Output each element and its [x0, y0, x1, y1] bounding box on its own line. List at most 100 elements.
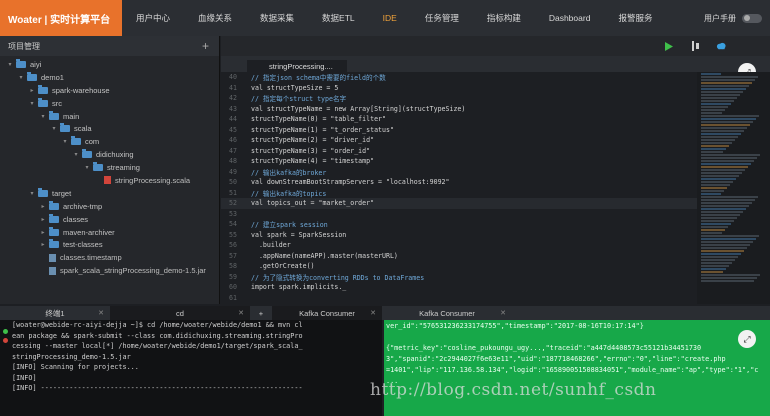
- code-line: 57 .appName(nameAPP).master(masterURL): [221, 251, 697, 262]
- minimap-line: [701, 178, 736, 180]
- minimap-line: [701, 253, 741, 255]
- console-line: [woater@webide-rc-aiyi-dejja ~]$ cd /hom…: [12, 321, 303, 330]
- code-text: val topics_out = "market_order": [251, 199, 375, 208]
- nav-item[interactable]: 数据ETL: [308, 0, 369, 36]
- tree-folder[interactable]: ▾ demo1: [0, 71, 219, 84]
- code-line: 61: [221, 293, 697, 304]
- code-text: .builder: [251, 241, 291, 250]
- caret-right-icon[interactable]: ▸: [39, 229, 47, 236]
- user-manual-link[interactable]: 用户手册: [704, 13, 736, 24]
- terminal-output[interactable]: [woater@webide-rc-aiyi-dejja ~]$ cd /hom…: [0, 320, 382, 416]
- kafka-message-line: 3","spanid":"2c2944027f6e63e11","uid":"1…: [386, 354, 726, 363]
- minimap-line: [701, 208, 746, 210]
- plus-icon[interactable]: +: [202, 39, 209, 53]
- minimap-line: [701, 169, 745, 171]
- expand-icon[interactable]: ⤢: [738, 330, 756, 348]
- tree-item-label: target: [52, 188, 72, 198]
- tree-folder[interactable]: ▾ main: [0, 110, 219, 123]
- caret-down-icon[interactable]: ▾: [28, 100, 36, 107]
- nav-item[interactable]: 指标构建: [473, 0, 535, 36]
- caret-down-icon[interactable]: ▾: [50, 125, 58, 132]
- tree-folder[interactable]: ▸ test-classes: [0, 238, 219, 251]
- code-line: 54 // 建立spark session: [221, 219, 697, 230]
- tab-cd[interactable]: cd ✕: [110, 306, 250, 320]
- line-number: 46: [229, 136, 237, 145]
- split-icon[interactable]: [690, 41, 700, 51]
- close-icon[interactable]: ✕: [500, 309, 506, 317]
- tree-folder[interactable]: ▸ archive-tmp: [0, 200, 219, 213]
- tree-folder[interactable]: ▾ src: [0, 97, 219, 110]
- kafka-consumer-output[interactable]: ver_id":"576531236233174755","timestamp"…: [384, 320, 770, 416]
- tree-file[interactable]: spark_scala_stringProcessing_demo-1.5.ja…: [0, 264, 219, 277]
- close-icon[interactable]: ✕: [98, 309, 104, 317]
- minimap-line: [701, 163, 751, 165]
- code-line: 42 // 指定每个struct type名字: [221, 93, 697, 104]
- minimap-line: [701, 247, 747, 249]
- console-line: cessing --master local[*] /home/woater/w…: [12, 342, 303, 351]
- line-number: 53: [229, 209, 237, 218]
- plus-icon: +: [258, 308, 264, 318]
- minimap-line: [701, 265, 729, 267]
- tree-folder[interactable]: ▾ com: [0, 135, 219, 148]
- code-editor[interactable]: 40 // 指定json schema中需要的field的个数 41 val stru…: [221, 72, 697, 304]
- minimap-line: [701, 157, 757, 159]
- tree-folder[interactable]: ▾ aiyi: [0, 58, 219, 71]
- close-icon[interactable]: ✕: [370, 309, 376, 317]
- nav-item[interactable]: 数据采集: [246, 0, 308, 36]
- caret-down-icon[interactable]: ▾: [39, 113, 47, 120]
- play-icon[interactable]: [664, 41, 674, 51]
- caret-right-icon[interactable]: ▸: [39, 203, 47, 210]
- tree-folder[interactable]: ▾ streaming: [0, 161, 219, 174]
- tree-folder[interactable]: ▸ maven-archiver: [0, 226, 219, 239]
- caret-right-icon[interactable]: ▸: [39, 241, 47, 248]
- tree-item-label: archive-tmp: [63, 201, 103, 211]
- caret-down-icon[interactable]: ▾: [72, 151, 80, 158]
- caret-down-icon[interactable]: ▾: [17, 74, 25, 81]
- minimap-line: [701, 121, 753, 123]
- tab-kafka-consumer-1[interactable]: Kafka Consumer ✕: [272, 306, 382, 320]
- line-number: 41: [229, 83, 237, 92]
- minimap-line: [701, 238, 756, 240]
- tree-folder[interactable]: ▸ spark-warehouse: [0, 84, 219, 97]
- close-icon[interactable]: ✕: [238, 309, 244, 317]
- tab-terminal-1[interactable]: 终端1 ✕: [0, 306, 110, 320]
- tree-folder[interactable]: ▾ scala: [0, 122, 219, 135]
- cloud-icon[interactable]: [716, 41, 726, 51]
- tab-kafka-consumer-2[interactable]: Kafka Consumer ✕: [382, 306, 512, 320]
- minimap-line: [701, 115, 759, 117]
- folder-icon: [38, 187, 48, 197]
- code-text: // 指定json schema中需要的field的个数: [251, 74, 386, 83]
- brand-logo[interactable]: Woater | 实时计算平台: [0, 0, 122, 36]
- tab-stringprocessing[interactable]: stringProcessing....: [247, 58, 347, 72]
- tree-folder[interactable]: ▾ didichuxing: [0, 148, 219, 161]
- nav-item[interactable]: 任务管理: [411, 0, 473, 36]
- theme-toggle[interactable]: [742, 13, 762, 23]
- nav-item[interactable]: IDE: [369, 0, 411, 36]
- nav-item[interactable]: 血缘关系: [184, 0, 246, 36]
- minimap-line: [701, 235, 759, 237]
- tree-folder[interactable]: ▸ classes: [0, 213, 219, 226]
- nav-item[interactable]: Dashboard: [535, 0, 605, 36]
- minimap-line: [701, 229, 725, 231]
- file-icon: [49, 266, 56, 275]
- tree-item-label: stringProcessing.scala: [115, 175, 191, 185]
- caret-down-icon[interactable]: ▾: [83, 164, 91, 171]
- caret-right-icon[interactable]: ▸: [28, 87, 36, 94]
- tree-item-label: scala: [74, 124, 92, 134]
- nav-item[interactable]: 用户中心: [122, 0, 184, 36]
- code-text: structTypeName(0) = "table_filter": [251, 115, 386, 124]
- caret-down-icon[interactable]: ▾: [61, 138, 69, 145]
- minimap-line: [701, 154, 760, 156]
- code-minimap[interactable]: [697, 72, 770, 304]
- nav-item[interactable]: 报警服务: [604, 0, 666, 36]
- caret-down-icon[interactable]: ▾: [6, 61, 14, 68]
- add-terminal-button[interactable]: +: [250, 306, 272, 320]
- caret-down-icon[interactable]: ▾: [28, 190, 36, 197]
- code-line: 60 import spark.implicits._: [221, 282, 697, 293]
- tree-folder[interactable]: ▾ target: [0, 187, 219, 200]
- tree-file[interactable]: classes.timestamp: [0, 251, 219, 264]
- tree-file[interactable]: stringProcessing.scala: [0, 174, 219, 187]
- caret-right-icon[interactable]: ▸: [39, 216, 47, 223]
- code-line: 51 // 输出kafka的topics: [221, 188, 697, 199]
- minimap-line: [701, 160, 754, 162]
